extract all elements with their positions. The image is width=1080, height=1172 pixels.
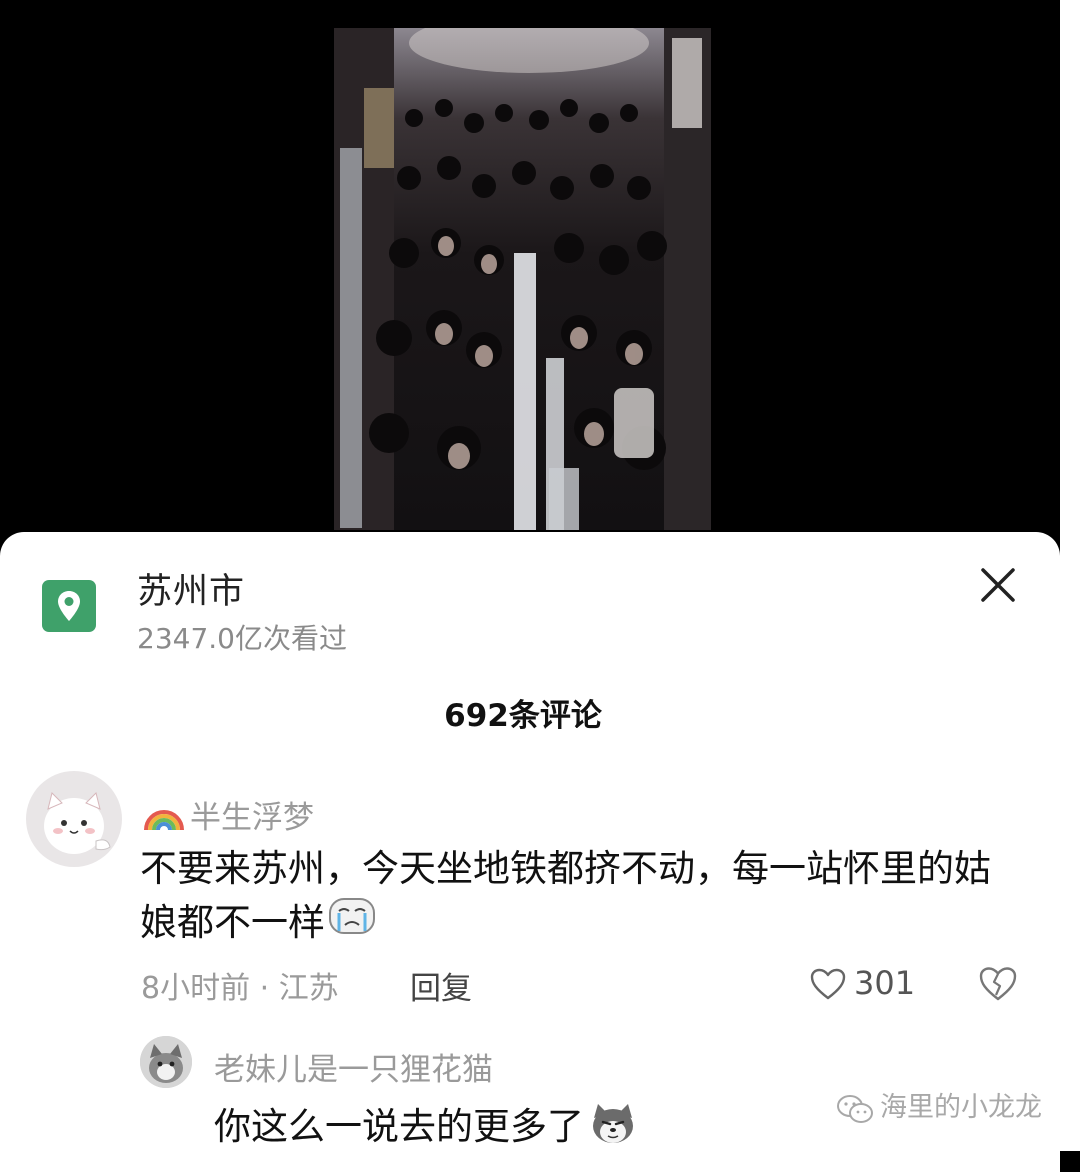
rainbow-icon [142, 786, 186, 836]
heart-icon [810, 968, 846, 1000]
map-pin-icon [42, 580, 96, 632]
comment-text: 不要来苏州，今天坐地铁都挤不动，每一站怀里的姑娘都不一样 [140, 842, 1020, 952]
close-button[interactable] [978, 565, 1018, 605]
watermark-text: 海里的小龙龙 [880, 1092, 1042, 1123]
reply-username[interactable]: 老妹儿是一只狸花猫 [214, 1044, 493, 1089]
reply-text: 你这么一说去的更多了 [214, 1096, 638, 1155]
crying-emoji-icon [327, 897, 377, 952]
like-count: 301 [854, 964, 916, 1002]
close-icon [981, 568, 1015, 602]
location-view-count: 2347.0亿次看过 [137, 622, 347, 655]
location-title[interactable]: 苏州市 [137, 563, 245, 614]
watermark: 海里的小龙龙 [836, 1085, 1042, 1123]
wechat-icon [837, 1094, 873, 1123]
dog-emoji-icon [588, 1102, 638, 1155]
avatar[interactable] [26, 771, 122, 867]
reply-button[interactable]: 回复 [410, 963, 472, 1008]
comment-meta: 8小时前 · 江苏 [141, 971, 339, 1006]
reply-body: 你这么一说去的更多了 [214, 1105, 584, 1148]
screen-edge [1060, 0, 1080, 1151]
comment-count-title: 692条评论 [444, 698, 602, 734]
video-player[interactable] [0, 0, 1060, 560]
comment-username[interactable]: 半生浮梦 [190, 792, 314, 837]
broken-heart-icon [979, 967, 1017, 1001]
reply-avatar[interactable] [140, 1036, 192, 1088]
dislike-button[interactable] [978, 966, 1018, 1006]
video-thumbnail-crowd[interactable] [334, 28, 711, 530]
comment-body: 不要来苏州，今天坐地铁都挤不动，每一站怀里的姑娘都不一样 [140, 847, 991, 944]
like-button[interactable]: 301 [810, 964, 920, 1008]
